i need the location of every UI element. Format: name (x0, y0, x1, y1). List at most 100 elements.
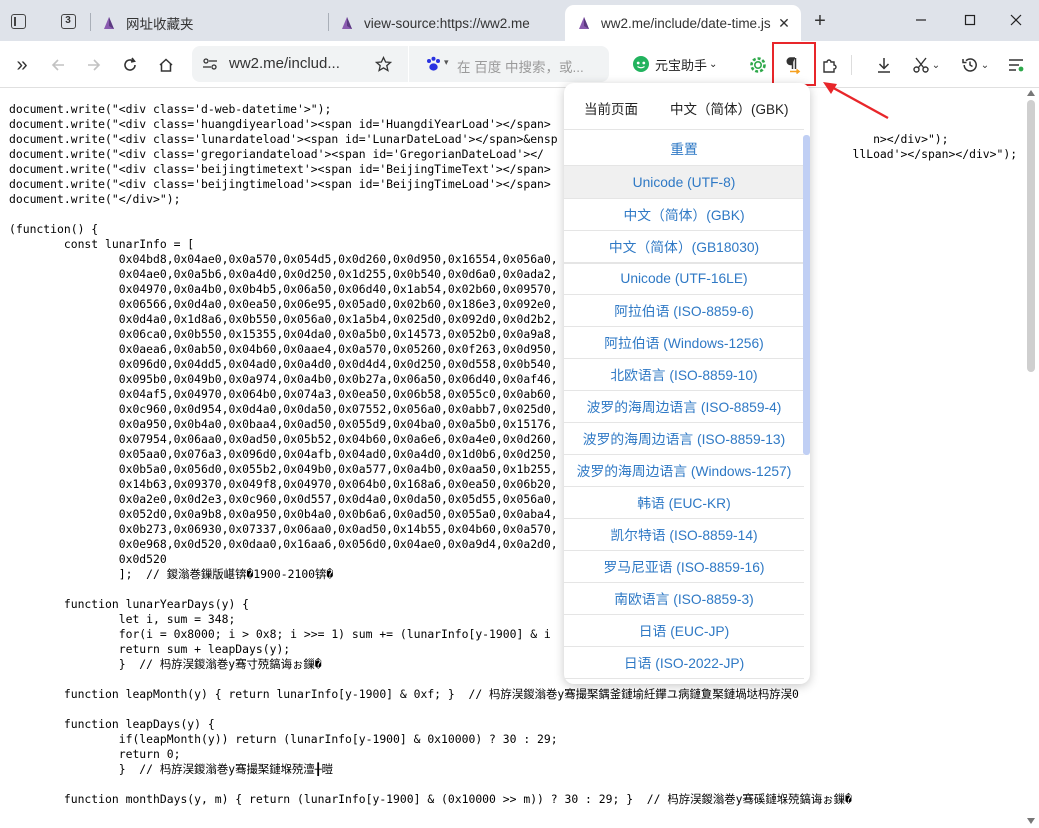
encoding-option[interactable]: 波罗的海周边语言 (Windows-1257) (564, 454, 804, 486)
source-line: document.write("</div>"); (9, 192, 181, 206)
current-page-label: 当前页面 (584, 102, 638, 117)
encoding-option[interactable]: 日语 (EUC-JP) (564, 614, 804, 646)
encoding-option[interactable]: 波罗的海周边语言 (ISO-8859-13) (564, 422, 804, 454)
sidebar-toggle-button[interactable] (6, 9, 30, 33)
encoding-option[interactable]: 中文（简体）(GB18030) (564, 230, 804, 262)
tab-title: 网址收藏夹 (126, 17, 194, 32)
yuanbao-label: 元宝助手 (655, 57, 708, 73)
toolbar-divider (851, 55, 852, 75)
source-line (9, 207, 1019, 222)
scrollbar-thumb[interactable] (1027, 100, 1035, 372)
scroll-up-icon[interactable] (1027, 90, 1035, 96)
page-favicon-icon (342, 17, 352, 29)
current-encoding-label: 中文（简体）(GBK) (670, 102, 789, 117)
encoding-option[interactable]: Unicode (UTF-16LE) (564, 262, 804, 294)
screenshot-button[interactable]: ⌄ (909, 51, 943, 79)
menu-divider (564, 129, 804, 130)
page-favicon-icon (104, 17, 114, 29)
source-line: function lunarYearDays(y) { (9, 597, 250, 611)
red-annotation-arrow (823, 82, 889, 120)
source-line: 0x0a950,0x0b4a0,0x0baa4,0x0ad50,0x055d9,… (9, 417, 558, 431)
reload-icon (124, 57, 136, 71)
extensions-button[interactable] (816, 51, 844, 79)
source-line (9, 702, 1019, 717)
encoding-option[interactable]: 凯尔特语 (ISO-8859-14) (564, 518, 804, 550)
minimize-button[interactable] (898, 4, 944, 36)
encoding-option[interactable]: 罗马尼亚语 (ISO-8859-16) (564, 550, 804, 582)
encoding-option[interactable]: Unicode (UTF-8) (564, 166, 804, 198)
source-line: let i, sum = 348; (9, 612, 236, 626)
menu-button[interactable] (1002, 51, 1030, 79)
source-line: const lunarInfo = [ (9, 237, 195, 251)
extension-button[interactable] (744, 51, 772, 79)
encoding-option[interactable]: 日语 (ISO-2022-JP) (564, 646, 804, 678)
encoding-option[interactable]: 南欧语言 (ISO-8859-3) (564, 582, 804, 614)
chevron-down-icon: ⌄ (980, 59, 990, 71)
source-line: } // 杩斿洖鍐滃巻y骞寸殑鎬诲ぉ鏁� (9, 657, 322, 671)
chevron-down-icon: ▾ (444, 57, 449, 67)
address-bar[interactable]: ww2.me/includ... (192, 46, 408, 82)
source-line: 0x0b5a0,0x056d0,0x055b2,0x049b0,0x0a577,… (9, 462, 558, 476)
source-line: 0x04bd8,0x04ae0,0x0a570,0x054d5,0x0d260,… (9, 252, 558, 266)
source-line: if(leapMonth(y)) return (lunarInfo[y-190… (9, 732, 558, 746)
close-window-button[interactable] (993, 4, 1039, 36)
source-code-view: document.write("<div class='d-web-dateti… (9, 102, 1019, 807)
tab-date-time-js[interactable]: ww2.me/include/date-time.js ✕ (565, 5, 801, 41)
search-input[interactable]: ▾ 在 百度 中搜索，或... (409, 46, 609, 82)
source-line: 0x07954,0x06aa0,0x0ad50,0x05b52,0x04b60,… (9, 432, 558, 446)
encoding-option[interactable]: 北欧语言 (ISO-8859-10) (564, 358, 804, 390)
tab-strip: 3 网址收藏夹 view-source:https://ww2.me ww2.m… (0, 0, 1039, 41)
close-icon (1010, 14, 1022, 26)
encoding-reset-item[interactable]: 重置 (564, 132, 804, 164)
encoding-option[interactable]: 韩语 (EUC-KR) (564, 486, 804, 518)
menu-scrollbar-thumb[interactable] (803, 135, 810, 455)
search-placeholder: 在 百度 中搜索，或... (457, 60, 584, 75)
page-favicon-icon (579, 17, 589, 29)
source-line: for(i = 0x8000; i > 0x8; i >>= 1) sum +=… (9, 627, 551, 641)
sidebar-icon (10, 13, 26, 29)
back-button[interactable] (44, 51, 72, 79)
source-line: 0x0e968,0x0d520,0x0daa0,0x16aa6,0x056d0,… (9, 537, 558, 551)
vertical-scrollbar[interactable] (1023, 88, 1039, 828)
encoding-option[interactable]: 中文（简体）(GBK) (564, 198, 804, 230)
history-button[interactable]: ⌄ (958, 51, 992, 79)
encoding-option[interactable]: 阿拉伯语 (ISO-8859-6) (564, 294, 804, 326)
forward-button[interactable] (80, 51, 108, 79)
yuanbao-assistant-button[interactable]: 元宝助手 ⌄ (632, 53, 717, 75)
source-line: } // 杩斿洖鍐滃巻y骞撮棸鏈堢殑澶╂暟 (9, 762, 334, 776)
source-line: 0x05aa0,0x076a3,0x096d0,0x04afb,0x04ad0,… (9, 447, 558, 461)
source-line: return 0; (9, 747, 181, 761)
tab-title: ww2.me/include/date-time.js (601, 15, 771, 31)
tab-title: view-source:https://ww2.me (364, 15, 530, 31)
bookmark-star-icon[interactable] (375, 56, 392, 72)
reload-button[interactable] (116, 51, 144, 79)
home-button[interactable] (152, 51, 180, 79)
source-line: document.write("<div class='beijingtimet… (9, 162, 551, 176)
encoding-option[interactable]: 波罗的海周边语言 (ISO-8859-4) (564, 390, 804, 422)
source-line: 0x0d520 (9, 552, 167, 566)
maximize-button[interactable] (947, 4, 993, 36)
new-tab-button[interactable]: + (808, 9, 832, 33)
source-line: function leapMonth(y) { return lunarInfo… (9, 687, 799, 701)
source-line: 0x052d0,0x0a9b8,0x0a950,0x0b4a0,0x0b6a6,… (9, 507, 558, 521)
tab-count-badge: 3 (60, 13, 76, 29)
tab-count-button[interactable]: 3 (56, 9, 80, 33)
source-line: 0x0a2e0,0x0d2e3,0x0c960,0x0d557,0x0d4a0,… (9, 492, 558, 506)
downloads-button[interactable] (870, 51, 898, 79)
maximize-icon (964, 14, 976, 26)
tab-view-source[interactable]: view-source:https://ww2.me (328, 5, 563, 41)
scroll-down-icon[interactable] (1027, 818, 1035, 824)
encoding-menu: 当前页面 中文（简体）(GBK) 重置 Unicode (UTF-8) 中文（简体… (564, 83, 810, 684)
expand-sidebar-button[interactable]: » (8, 51, 36, 79)
site-info-icon (203, 58, 217, 70)
source-line: return sum + leapDays(y); (9, 642, 291, 656)
close-tab-icon[interactable]: ✕ (775, 14, 793, 32)
source-line: document.write("<div class='lunardateloa… (9, 132, 949, 146)
source-line: 0x096d0,0x04dd5,0x04ad0,0x0a4d0,0x0d4d4,… (9, 357, 558, 371)
puzzle-icon (823, 59, 837, 73)
source-line: document.write("<div class='beijingtimel… (9, 177, 551, 191)
chevron-down-icon: ⌄ (931, 59, 941, 71)
encoding-option[interactable]: 阿拉伯语 (Windows-1256) (564, 326, 804, 358)
source-line: 0x04af5,0x04970,0x064b0,0x074a3,0x0ea50,… (9, 387, 558, 401)
tab-bookmarks[interactable]: 网址收藏夹 (90, 5, 328, 41)
